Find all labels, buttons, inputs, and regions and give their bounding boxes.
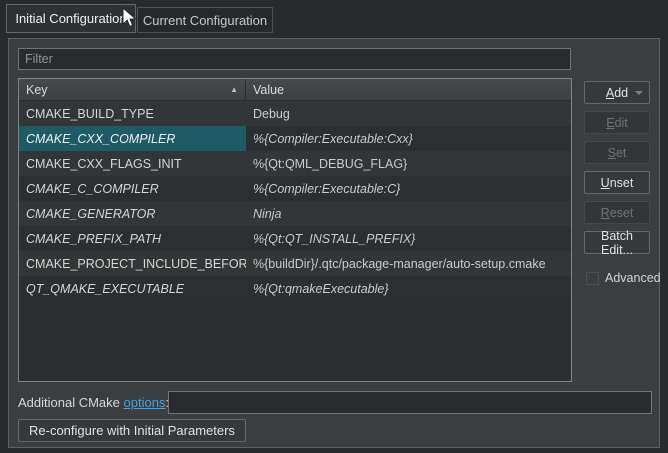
key-cell[interactable]: CMAKE_GENERATOR: [19, 201, 246, 226]
tab-current-configuration[interactable]: Current Configuration: [137, 7, 273, 33]
set-button: Set: [584, 141, 650, 164]
add-button[interactable]: Add: [584, 81, 650, 104]
table-row[interactable]: CMAKE_CXX_FLAGS_INIT%{Qt:QML_DEBUG_FLAG}: [19, 151, 571, 176]
table-row[interactable]: CMAKE_BUILD_TYPEDebug: [19, 101, 571, 126]
value-cell[interactable]: Debug: [246, 101, 571, 126]
unset-button[interactable]: Unset: [584, 171, 650, 194]
key-cell[interactable]: CMAKE_C_COMPILER: [19, 176, 246, 201]
column-header-label: Value: [253, 83, 284, 97]
additional-options-row: Additional CMake options:: [18, 391, 652, 414]
configuration-tabbar: Initial Configuration Current Configurat…: [0, 0, 668, 38]
dropdown-arrow-icon[interactable]: [635, 91, 643, 95]
value-cell[interactable]: %{Qt:qmakeExecutable}: [246, 276, 571, 301]
additional-options-label: Additional CMake options:: [18, 395, 169, 410]
advanced-checkbox: Advanced: [586, 271, 661, 285]
table-row[interactable]: CMAKE_PROJECT_INCLUDE_BEFORE%{buildDir}/…: [19, 251, 571, 276]
options-help-link[interactable]: options: [124, 395, 166, 410]
tab-label: Initial Configuration: [15, 11, 126, 26]
value-cell[interactable]: %{buildDir}/.qtc/package-manager/auto-se…: [246, 251, 571, 276]
table-row[interactable]: CMAKE_C_COMPILER%{Compiler:Executable:C}: [19, 176, 571, 201]
checkbox-box-icon: [586, 272, 599, 285]
key-cell[interactable]: CMAKE_CXX_COMPILER: [19, 126, 246, 151]
action-button-column: Add Edit Set Unset Reset Batch Edit...: [584, 81, 650, 261]
advanced-checkbox-label: Advanced: [605, 271, 661, 285]
edit-button: Edit: [584, 111, 650, 134]
value-cell[interactable]: %{Qt:QML_DEBUG_FLAG}: [246, 151, 571, 176]
table-row[interactable]: QT_QMAKE_EXECUTABLE%{Qt:qmakeExecutable}: [19, 276, 571, 301]
initial-configuration-pane: Key ▲ Value CMAKE_BUILD_TYPEDebugCMAKE_C…: [8, 38, 660, 448]
value-cell[interactable]: %{Compiler:Executable:Cxx}: [246, 126, 571, 151]
column-header-key[interactable]: Key ▲: [19, 79, 246, 100]
cmake-variables-table: Key ▲ Value CMAKE_BUILD_TYPEDebugCMAKE_C…: [18, 78, 572, 382]
cmake-build-settings-window: Initial Configuration Current Configurat…: [0, 0, 668, 453]
table-body: CMAKE_BUILD_TYPEDebugCMAKE_CXX_COMPILER%…: [19, 101, 571, 381]
key-cell[interactable]: CMAKE_CXX_FLAGS_INIT: [19, 151, 246, 176]
column-header-label: Key: [26, 83, 48, 97]
tab-label: Current Configuration: [143, 13, 267, 28]
table-row[interactable]: CMAKE_PREFIX_PATH%{Qt:QT_INSTALL_PREFIX}: [19, 226, 571, 251]
tab-initial-configuration[interactable]: Initial Configuration: [6, 4, 136, 33]
filter-input[interactable]: [18, 48, 571, 70]
table-row[interactable]: CMAKE_GENERATORNinja: [19, 201, 571, 226]
key-cell[interactable]: QT_QMAKE_EXECUTABLE: [19, 276, 246, 301]
key-cell[interactable]: CMAKE_PROJECT_INCLUDE_BEFORE: [19, 251, 246, 276]
table-empty-area: [19, 301, 571, 381]
key-cell[interactable]: CMAKE_BUILD_TYPE: [19, 101, 246, 126]
reconfigure-button[interactable]: Re-configure with Initial Parameters: [18, 419, 246, 442]
reset-button: Reset: [584, 201, 650, 224]
mouse-cursor-icon: [122, 7, 138, 29]
key-cell[interactable]: CMAKE_PREFIX_PATH: [19, 226, 246, 251]
batch-edit-button[interactable]: Batch Edit...: [584, 231, 650, 254]
label-text: Additional CMake: [18, 395, 124, 410]
column-header-value[interactable]: Value: [246, 79, 571, 100]
table-row[interactable]: CMAKE_CXX_COMPILER%{Compiler:Executable:…: [19, 126, 571, 151]
table-header: Key ▲ Value: [19, 79, 571, 101]
value-cell[interactable]: %{Compiler:Executable:C}: [246, 176, 571, 201]
additional-options-input[interactable]: [168, 391, 652, 414]
value-cell[interactable]: %{Qt:QT_INSTALL_PREFIX}: [246, 226, 571, 251]
sort-ascending-icon: ▲: [230, 86, 238, 94]
value-cell[interactable]: Ninja: [246, 201, 571, 226]
